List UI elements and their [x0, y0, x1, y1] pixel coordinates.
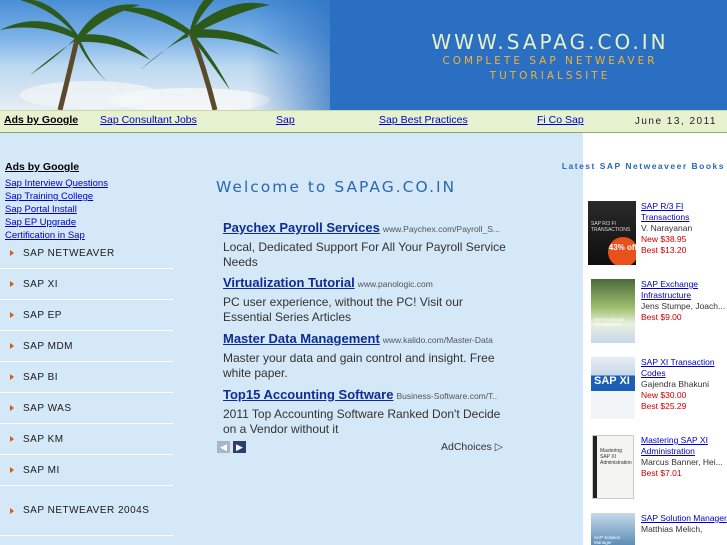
sidebar-item-label: SAP MI	[23, 464, 60, 476]
book-title-link[interactable]: SAP XI Transaction Codes	[641, 357, 727, 379]
ads-by-google-link[interactable]: Ads by Google	[4, 114, 78, 126]
ad-title-link[interactable]: Virtualization Tutorial	[223, 275, 355, 290]
sidebar-item-label: SAP EP	[23, 309, 62, 321]
adchoices-icon: ▷	[494, 441, 503, 453]
books-heading: Latest SAP Netweaveer Books	[561, 161, 725, 171]
sidebar-item-sap-xi[interactable]: SAP XI	[0, 269, 173, 300]
site-title: WWW.SAPAG.CO.IN	[431, 30, 669, 54]
arrow-right-icon	[10, 467, 14, 473]
arrow-right-icon	[10, 507, 14, 514]
books-column: Latest SAP Netweaveer Books SAP R/3 FI T…	[562, 133, 727, 545]
book-item: SAP Exchange Infrastructure SAP Exchange…	[588, 279, 727, 345]
sidebar-item-sap-km[interactable]: SAP KM	[0, 424, 173, 455]
book-author: Gajendra Bhakuni	[641, 379, 710, 389]
book-cover-image[interactable]: SAP Exchange Infrastructure	[591, 279, 635, 343]
sidebar-item-label: SAP MDM	[23, 340, 73, 352]
topnav-link-sap[interactable]: Sap	[276, 114, 295, 126]
text-ad: Top15 Accounting Software Business-Softwa…	[223, 386, 513, 437]
ad-description: Master your data and gain control and in…	[223, 351, 495, 380]
book-item: SAP XI SAP XI Transaction Codes Gajendra…	[588, 357, 727, 423]
ad-title-link[interactable]: Top15 Accounting Software	[223, 387, 393, 402]
sidebar-item-sap-mi[interactable]: SAP MI	[0, 455, 173, 486]
arrow-right-icon	[10, 312, 14, 318]
topnav-link-sap-best-practices[interactable]: Sap Best Practices	[379, 114, 468, 126]
ad-title-link[interactable]: Master Data Management	[223, 331, 380, 346]
book-best-price: Best $7.01	[641, 468, 682, 478]
sidebar-item-sap-mdm[interactable]: SAP MDM	[0, 331, 173, 362]
ad-description: 2011 Top Accounting Software Ranked Don'…	[223, 407, 501, 436]
sidebar-ads: Ads by Google Sap Interview Questions Sa…	[0, 133, 173, 242]
book-cover-image[interactable]: SAP R/3 FI TRANSACTIONS 43% off	[588, 201, 636, 265]
book-title-link[interactable]: SAP R/3 FI Transactions	[641, 201, 727, 223]
sidebar-ad-link[interactable]: Sap Portal Install	[1, 203, 173, 216]
text-ad: Master Data Management www.kalido.com/Mas…	[223, 330, 513, 381]
chevron-left-icon[interactable]: ◀	[217, 441, 230, 453]
ad-url[interactable]: Business-Software.com/T..	[396, 391, 497, 401]
adchoices-link[interactable]: AdChoices ▷	[441, 441, 503, 453]
book-author: Marcus Banner, Hei...	[641, 457, 723, 467]
book-title-link[interactable]: SAP Exchange Infrastructure	[641, 279, 727, 301]
arrow-right-icon	[10, 405, 14, 411]
sidebar-item-sap-was[interactable]: SAP WAS	[0, 393, 173, 424]
site-tagline: COMPLETE SAP NETWEAVER TUTORIALSSITE	[442, 55, 658, 82]
sidebar-item-label: SAP NETWEAVER 2004S	[23, 505, 150, 516]
topnav-link-sap-consultant-jobs[interactable]: Sap Consultant Jobs	[100, 114, 197, 126]
discount-badge: 43% off	[608, 237, 636, 265]
book-author: Jens Stumpe, Joach...	[641, 301, 726, 311]
ad-description: Local, Dedicated Support For All Your Pa…	[223, 240, 506, 269]
sidebar-item-label: SAP XI	[23, 278, 59, 290]
sidebar-item-label: SAP WAS	[23, 402, 72, 414]
book-cover-image[interactable]: Mastering SAP XI Administration	[592, 435, 634, 499]
sidebar-item-sap-bi[interactable]: SAP BI	[0, 362, 173, 393]
sidebar-item-sap-ep[interactable]: SAP EP	[0, 300, 173, 331]
arrow-right-icon	[10, 250, 14, 256]
book-cover-image[interactable]: SAP Solution Manager	[591, 513, 635, 545]
ad-url[interactable]: www.Paychex.com/Payroll_S...	[383, 224, 500, 234]
ad-title-link[interactable]: Paychex Payroll Services	[223, 220, 380, 235]
current-date: June 13, 2011	[634, 116, 717, 127]
ad-description: PC user experience, without the PC! Visi…	[223, 295, 463, 324]
sidebar-item-label: SAP KM	[23, 433, 64, 445]
arrow-right-icon	[10, 374, 14, 380]
sidebar-ad-link[interactable]: Sap Interview Questions	[1, 177, 173, 190]
main-content: Welcome to SAPAG.CO.IN Paychex Payroll S…	[173, 133, 583, 545]
left-sidebar: Ads by Google Sap Interview Questions Sa…	[0, 133, 173, 545]
book-item: Mastering SAP XI Administration Masterin…	[588, 435, 727, 501]
book-best-price: Best $9.00	[641, 312, 682, 322]
text-ad: Virtualization Tutorial www.panologic.com…	[223, 274, 513, 325]
chevron-right-icon[interactable]: ▶	[233, 441, 246, 453]
ad-url[interactable]: www.panologic.com	[358, 279, 433, 289]
book-new-price: New $30.00	[641, 390, 687, 400]
arrow-right-icon	[10, 343, 14, 349]
topnav-link-fi-co-sap[interactable]: Fi Co Sap	[537, 114, 584, 126]
book-title-link[interactable]: Mastering SAP XI Administration	[641, 435, 727, 457]
book-best-price: Best $13.20	[641, 245, 687, 255]
text-ad: Paychex Payroll Services www.Paychex.com/…	[223, 219, 513, 270]
page-title: Welcome to SAPAG.CO.IN	[216, 178, 457, 196]
book-title-link[interactable]: SAP Solution Manager	[641, 513, 727, 524]
sidebar-ad-link[interactable]: Sap Training College	[1, 190, 173, 203]
book-new-price: New $38.95	[641, 234, 687, 244]
sidebar-menu: SAP NETWEAVER SAP XI SAP EP SAP MDM SAP …	[0, 238, 173, 536]
book-item: SAP Solution Manager SAP Solution Manage…	[588, 513, 727, 545]
book-item: SAP R/3 FI TRANSACTIONS 43% off SAP R/3 …	[588, 201, 727, 269]
book-cover-image[interactable]: SAP XI	[591, 357, 635, 419]
arrow-right-icon	[10, 281, 14, 287]
sidebar-item-label: SAP BI	[23, 371, 59, 383]
ad-url[interactable]: www.kalido.com/Master-Data	[383, 335, 493, 345]
sidebar-ads-by-google-link[interactable]: Ads by Google	[1, 161, 173, 174]
sidebar-ad-link[interactable]: Sap EP Upgrade	[1, 216, 173, 229]
book-author: Matthias Melich,	[641, 524, 703, 534]
book-author: V. Narayanan	[641, 223, 693, 233]
arrow-right-icon	[10, 436, 14, 442]
ad-pager: ◀ ▶	[217, 441, 246, 453]
sidebar-item-sap-netweaver-2004s[interactable]: SAP NETWEAVER 2004S	[0, 486, 173, 536]
book-best-price: Best $25.29	[641, 401, 687, 411]
sidebar-item-label: SAP NETWEAVER	[23, 247, 115, 259]
site-header: WWW.SAPAG.CO.IN COMPLETE SAP NETWEAVER T…	[0, 0, 727, 110]
sidebar-item-sap-netweaver[interactable]: SAP NETWEAVER	[0, 238, 173, 269]
top-ad-navbar: Ads by Google Sap Consultant Jobs Sap Sa…	[0, 110, 727, 133]
